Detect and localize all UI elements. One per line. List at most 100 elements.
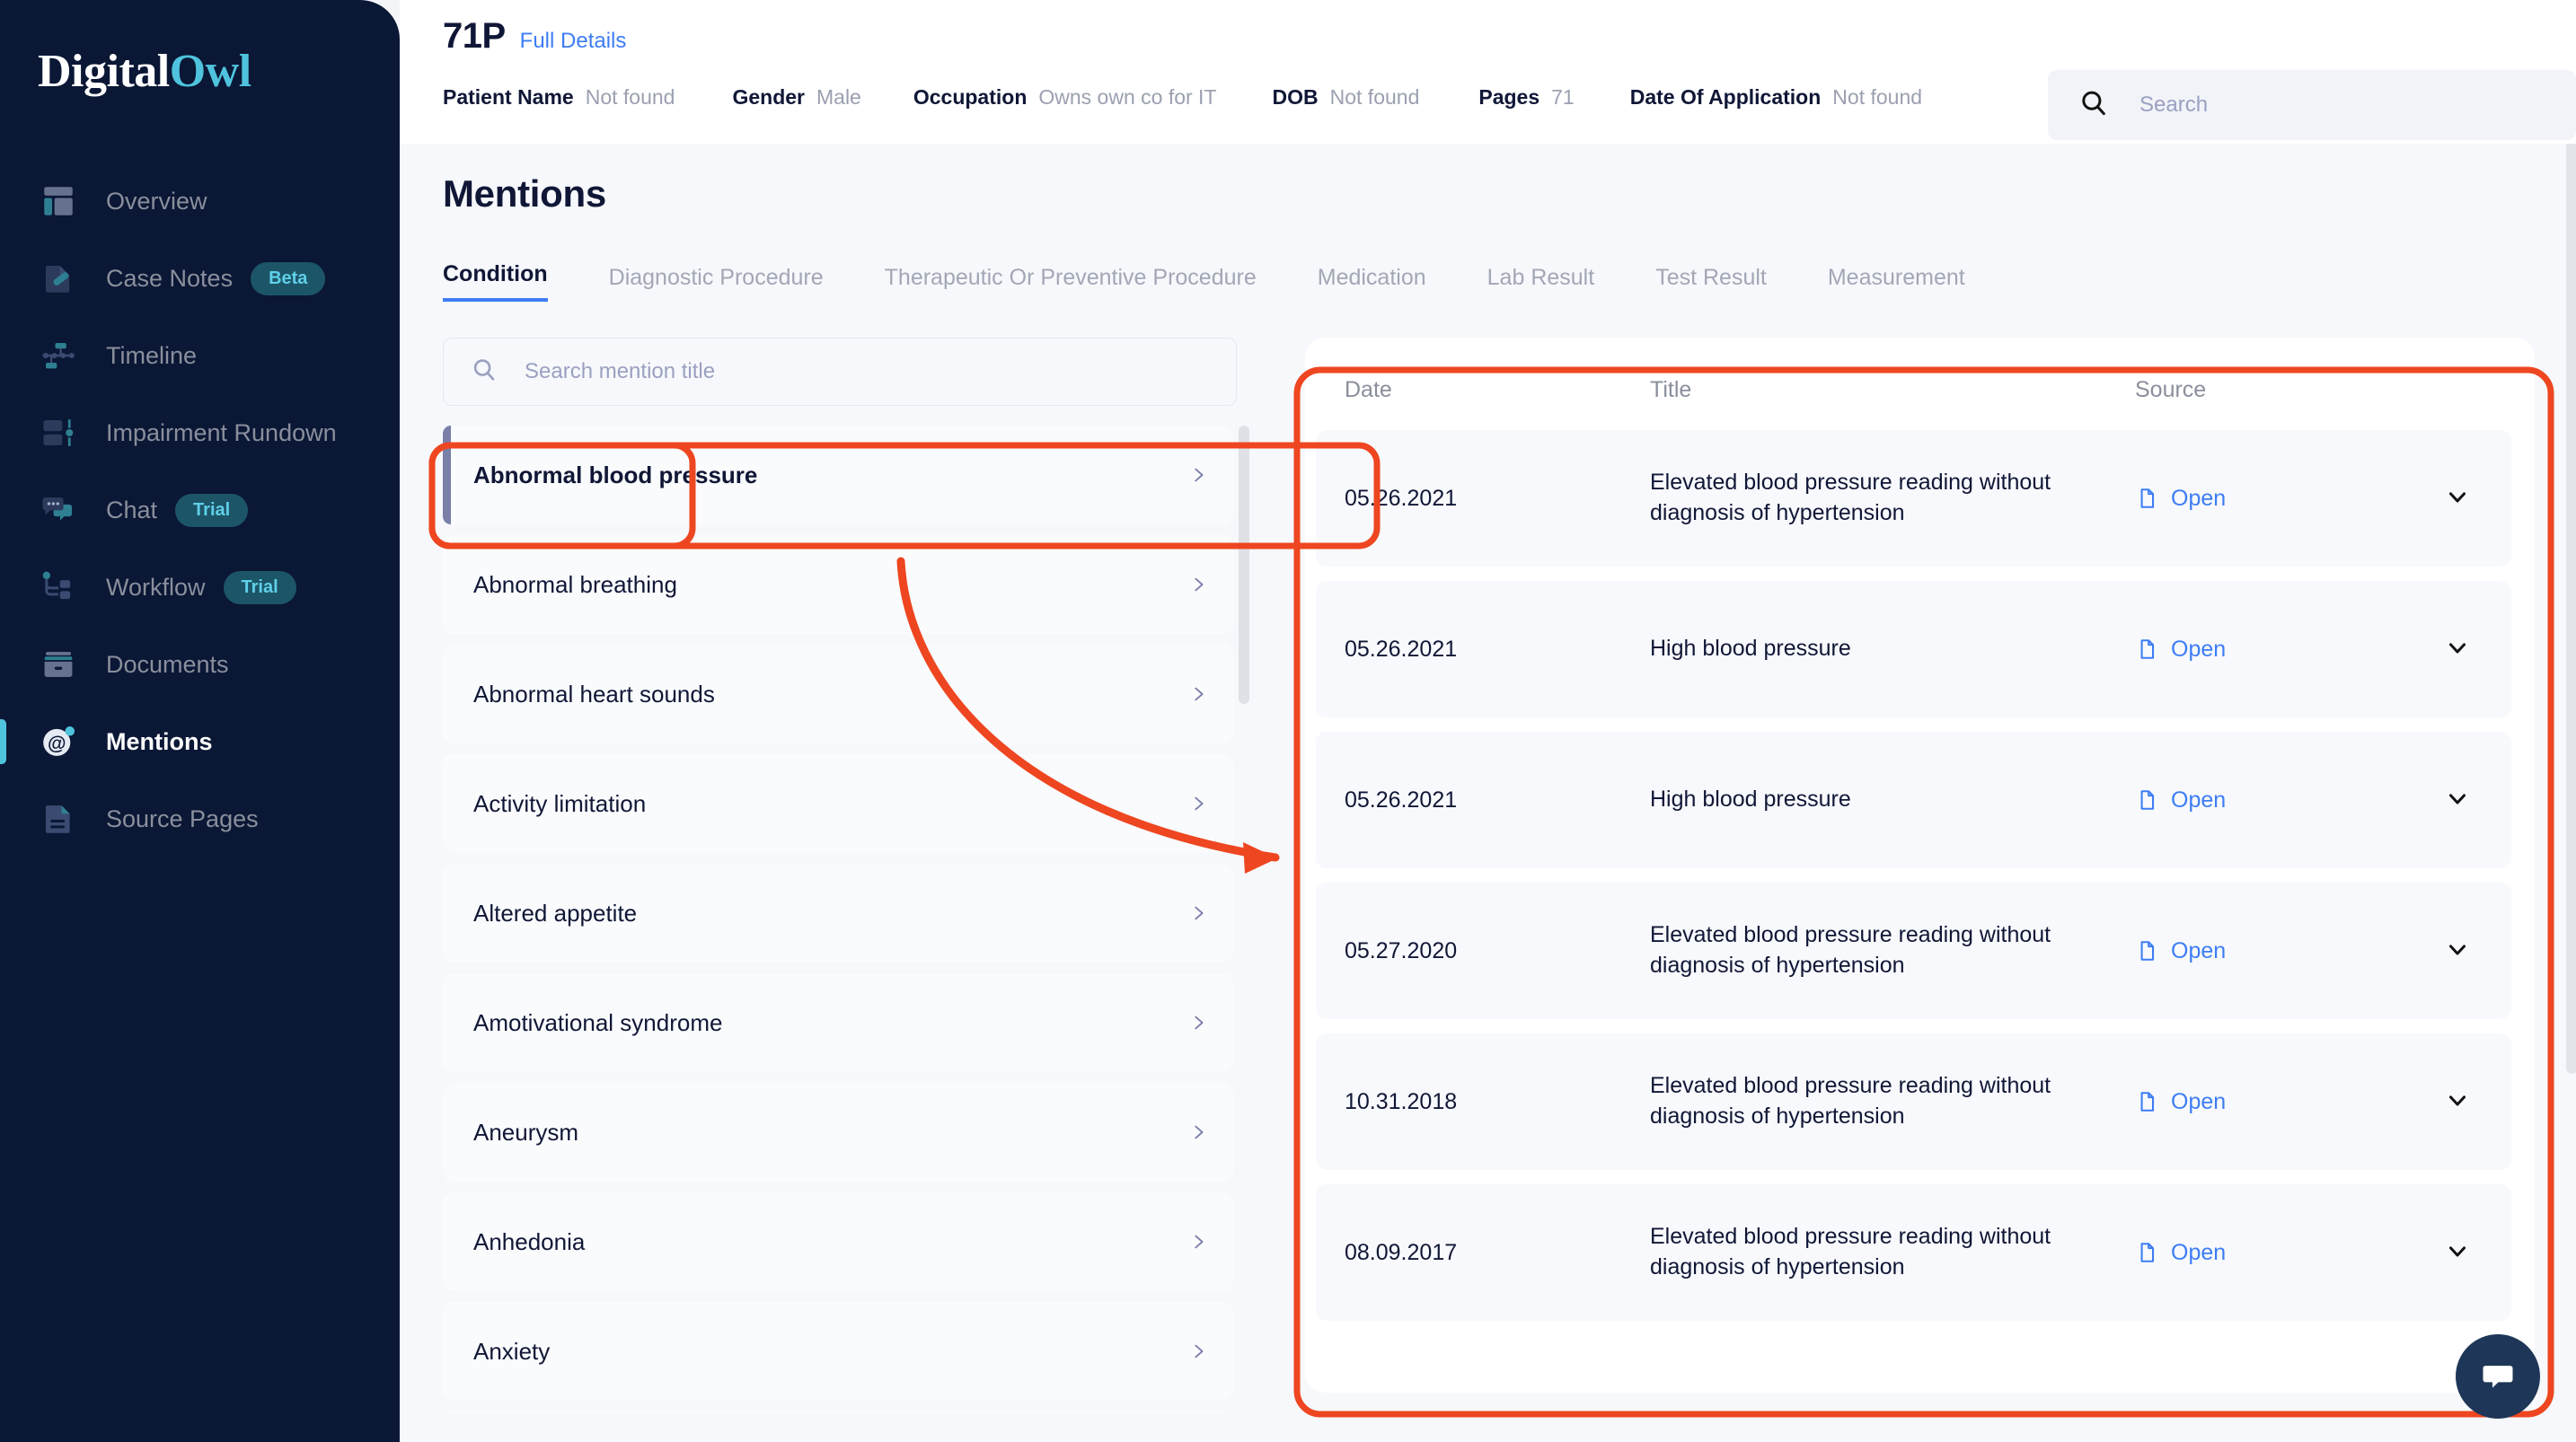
list-item[interactable]: Amotivational syndrome (443, 973, 1233, 1072)
open-source-link[interactable]: Open (2135, 486, 2226, 512)
tab-condition[interactable]: Condition (443, 261, 548, 302)
list-item[interactable]: Abnormal breathing (443, 535, 1233, 634)
table-panel-scrollbar[interactable] (2566, 144, 2576, 1074)
status-badge: Trial (223, 570, 296, 604)
case-id: 71P (443, 16, 506, 56)
sidebar-item-overview[interactable]: Overview (0, 163, 400, 240)
cell-source: Open (2135, 1240, 2404, 1266)
open-source-link[interactable]: Open (2135, 1089, 2226, 1115)
meta-date-of-application: Date Of Application Not found (1630, 85, 1922, 110)
table-header-row: Date Title Source (1305, 338, 2535, 430)
global-search-input[interactable]: Search (2048, 70, 2576, 140)
column-header-date: Date (1345, 377, 1392, 402)
chevron-down-icon (2444, 936, 2471, 967)
mention-list-scrollbar[interactable] (1239, 426, 1249, 704)
mention-list-panel: Search mention title Abnormal blood pres… (443, 338, 1269, 1442)
chevron-right-icon (1188, 794, 1208, 813)
table-row[interactable]: 05.26.2021 High blood pressure Open (1316, 581, 2511, 717)
sidebar-item-label: Case Notes (106, 264, 234, 292)
list-item[interactable]: Abnormal blood pressure (443, 426, 1233, 524)
chat-bubble-icon (2483, 1366, 2513, 1388)
cell-title: Elevated blood pressure reading without … (1650, 922, 2051, 978)
expand-row-button[interactable] (2404, 936, 2511, 967)
tab-medication[interactable]: Medication (1318, 265, 1426, 302)
case-identity-row: 71P Full Details (400, 16, 2576, 57)
expand-row-button[interactable] (2404, 1237, 2511, 1269)
list-item[interactable]: Abnormal heart sounds (443, 645, 1233, 743)
cell-date: 10.31.2018 (1345, 1088, 1458, 1114)
tab-measurement[interactable]: Measurement (1828, 265, 1965, 302)
table-row[interactable]: 08.09.2017 Elevated blood pressure readi… (1316, 1184, 2511, 1321)
open-source-label: Open (2171, 485, 2227, 511)
full-details-link[interactable]: Full Details (520, 29, 627, 54)
search-icon (2078, 88, 2109, 123)
document-icon (2135, 788, 2158, 812)
mention-search-placeholder: Search mention title (525, 359, 716, 383)
sidebar-item-label: Source Pages (106, 805, 259, 832)
meta-value: 71 (1551, 85, 1575, 109)
table-row[interactable]: 05.27.2020 Elevated blood pressure readi… (1316, 883, 2511, 1019)
sidebar-item-timeline[interactable]: Timeline (0, 317, 400, 394)
document-icon (2135, 1090, 2158, 1113)
expand-row-button[interactable] (2404, 634, 2511, 665)
cell-date: 05.26.2021 (1345, 787, 1458, 813)
sidebar: DigitalOwl Overview Case Notes Beta Time… (0, 0, 400, 1442)
open-source-link[interactable]: Open (2135, 938, 2226, 964)
chevron-right-icon (1188, 1341, 1208, 1361)
sidebar-item-source-pages[interactable]: Source Pages (0, 780, 400, 857)
tab-diagnostic-procedure[interactable]: Diagnostic Procedure (609, 265, 824, 302)
list-item[interactable]: Aneurysm (443, 1083, 1233, 1182)
sidebar-item-workflow[interactable]: Workflow Trial (0, 549, 400, 626)
list-item-label: Amotivational syndrome (473, 1008, 723, 1036)
meta-value: Not found (1329, 85, 1420, 109)
sidebar-item-chat[interactable]: Chat Trial (0, 471, 400, 549)
cell-date: 08.09.2017 (1345, 1239, 1458, 1265)
open-source-label: Open (2171, 1239, 2227, 1265)
mention-list-scroll: Abnormal blood pressure Abnormal breathi… (443, 426, 1269, 1413)
svg-text:@: @ (48, 734, 66, 754)
list-item[interactable]: Anhedonia (443, 1192, 1233, 1291)
sidebar-item-impairment-rundown[interactable]: Impairment Rundown (0, 394, 400, 471)
open-source-link[interactable]: Open (2135, 1240, 2226, 1266)
expand-row-button[interactable] (2404, 1086, 2511, 1118)
expand-row-button[interactable] (2404, 483, 2511, 514)
column-header-source: Source (2135, 377, 2207, 402)
status-badge: Beta (251, 261, 326, 295)
list-item[interactable]: Altered appetite (443, 864, 1233, 963)
expand-row-button[interactable] (2404, 785, 2511, 816)
table-row[interactable]: 05.26.2021 Elevated blood pressure readi… (1316, 430, 2511, 567)
mention-search-input[interactable]: Search mention title (443, 338, 1237, 406)
global-search-placeholder: Search (2139, 92, 2209, 117)
cell-title: Elevated blood pressure reading without … (1650, 1224, 2051, 1279)
cell-title: Elevated blood pressure reading without … (1650, 470, 2051, 525)
cell-source: Open (2135, 1089, 2404, 1115)
brand-logo-part1: Digital (38, 46, 170, 97)
open-source-link[interactable]: Open (2135, 787, 2226, 813)
list-item-label: Anhedonia (473, 1227, 586, 1255)
list-item[interactable] (443, 1411, 1233, 1413)
list-item[interactable]: Activity limitation (443, 754, 1233, 853)
sidebar-item-label: Documents (106, 650, 229, 678)
list-item[interactable]: Anxiety (443, 1302, 1233, 1401)
main-area: 71P Full Details Patient Name Not found … (400, 0, 2576, 1442)
chevron-right-icon (1188, 1013, 1208, 1033)
timeline-icon (38, 335, 79, 376)
chat-bubbles-icon (38, 489, 79, 531)
tab-test-result[interactable]: Test Result (1655, 265, 1767, 302)
sidebar-item-documents[interactable]: Documents (0, 626, 400, 703)
meta-dob: DOB Not found (1273, 85, 1420, 110)
table-row[interactable]: 05.26.2021 High blood pressure Open (1316, 732, 2511, 868)
meta-label: Gender (732, 85, 805, 109)
open-source-link[interactable]: Open (2135, 637, 2226, 663)
tab-therapeutic-or-preventive-procedure[interactable]: Therapeutic Or Preventive Procedure (885, 265, 1257, 302)
mentions-content: Mentions Condition Diagnostic Procedure … (400, 144, 2576, 1442)
table-row[interactable]: 10.31.2018 Elevated blood pressure readi… (1316, 1033, 2511, 1170)
tab-lab-result[interactable]: Lab Result (1487, 265, 1595, 302)
sidebar-item-mentions[interactable]: @ Mentions (0, 703, 400, 780)
brand-logo: DigitalOwl (38, 45, 400, 98)
source-page-icon (38, 798, 79, 840)
search-icon (471, 356, 498, 388)
chat-support-button[interactable] (2456, 1334, 2540, 1419)
chevron-right-icon (1188, 1122, 1208, 1142)
sidebar-item-case-notes[interactable]: Case Notes Beta (0, 240, 400, 317)
